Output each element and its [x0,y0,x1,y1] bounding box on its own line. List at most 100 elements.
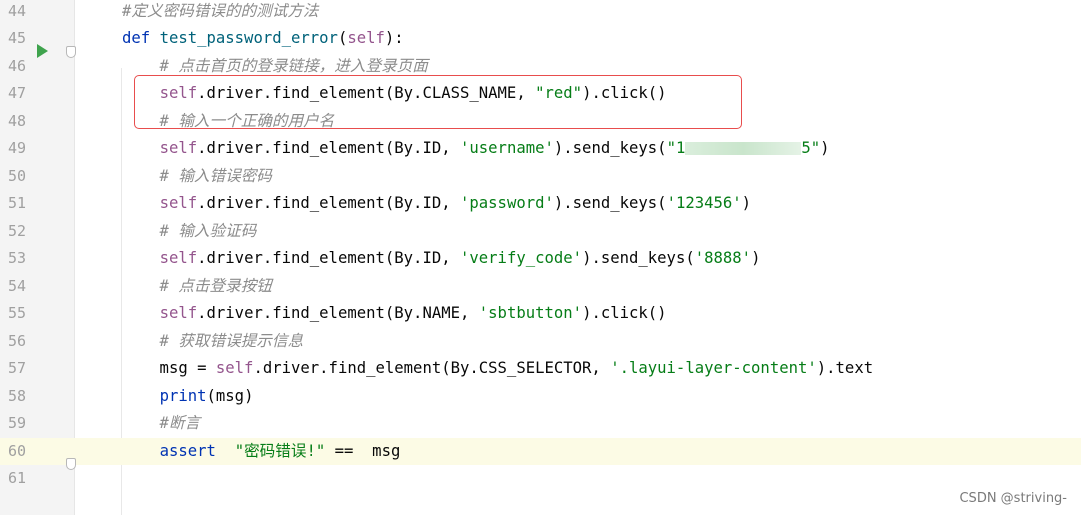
code-text: #定义密码错误的的测试方法 [122,0,319,25]
code-token: (msg) [206,386,254,405]
code-token: ).send_keys( [553,194,667,213]
code-line[interactable]: 44 #定义密码错误的的测试方法 [0,0,1081,25]
code-token: self [159,304,198,323]
code-text: self.driver.find_element(By.ID, 'usernam… [122,135,830,163]
code-token: '.layui-layer-content' [610,359,817,378]
code-text: assert "密码错误!" == msg [122,438,401,466]
line-number: 46 [7,56,26,75]
code-line[interactable]: 60 assert "密码错误!" == msg [0,437,1081,466]
redacted-value [685,142,802,156]
code-line[interactable]: 50 # 输入错误密码 [0,163,1081,191]
code-token: "密码错误!" [234,441,326,460]
code-text: #断言 [122,410,201,438]
code-token: self [159,139,198,158]
code-token: # 获取错误提示信息 [122,331,304,350]
code-text: self.driver.find_element(By.NAME, 'sbtbu… [122,300,667,328]
line-number: 59 [7,414,26,433]
code-token: self [347,29,385,48]
code-token: .driver.find_element(By.CSS_SELECTOR, [253,359,611,378]
code-token: # 输入验证码 [122,221,257,240]
run-test-icon[interactable] [37,44,48,58]
code-token: msg = [122,359,216,378]
code-text: print(msg) [122,383,254,411]
code-line[interactable]: 49 self.driver.find_element(By.ID, 'user… [0,135,1081,163]
code-line[interactable]: 45 def test_password_error(self): [0,25,1081,53]
line-number: 49 [7,139,26,158]
code-token: # 点击登录按钮 [122,276,272,295]
code-token: .driver.find_element(By.ID, [197,194,460,213]
code-text: # 输入错误密码 [122,163,272,191]
code-token: '123456' [666,194,742,213]
code-token: '8888' [694,249,752,268]
code-token: self [159,194,198,213]
code-token: # 输入错误密码 [122,166,272,185]
code-token: print [159,386,207,405]
code-token: ( [337,29,348,48]
code-token: ) [741,194,752,213]
code-line[interactable]: 57 msg = self.driver.find_element(By.CSS… [0,355,1081,383]
line-number: 53 [7,249,26,268]
code-text: # 点击登录按钮 [122,273,272,301]
code-token: ).text [816,359,874,378]
code-text: self.driver.find_element(By.ID, 'passwor… [122,190,752,218]
code-line[interactable]: 55 self.driver.find_element(By.NAME, 'sb… [0,300,1081,328]
code-token: "1 [666,139,686,158]
code-text: msg = self.driver.find_element(By.CSS_SE… [122,355,874,383]
code-token: def [122,29,160,48]
code-line[interactable]: 56 # 获取错误提示信息 [0,328,1081,356]
line-number: 45 [7,29,26,48]
line-number: 50 [7,166,26,185]
code-token: self [215,359,254,378]
watermark: CSDN @striving- [959,491,1067,506]
code-token: 'username' [460,139,554,158]
code-text: def test_password_error(self): [122,25,404,53]
code-token: test_password_error [159,29,338,48]
line-number: 60 [7,441,26,460]
line-number: 61 [7,469,26,488]
code-line[interactable]: 52 # 输入验证码 [0,218,1081,246]
code-token: ).click() [582,304,667,323]
code-token: 'password' [460,194,554,213]
code-line[interactable]: 61 [0,465,1081,493]
code-token: assert [159,441,216,460]
code-line[interactable]: 59 #断言 [0,410,1081,438]
code-token: self [159,249,198,268]
code-token: 'sbtbutton' [478,304,583,323]
fold-marker-icon[interactable] [66,458,76,470]
code-line[interactable]: 58 print(msg) [0,383,1081,411]
line-number: 57 [7,359,26,378]
code-text: # 输入验证码 [122,218,257,246]
annotation-highlight-box [134,75,742,129]
line-number: 48 [7,111,26,130]
line-number: 56 [7,331,26,350]
code-token: .driver.find_element(By.ID, [197,249,460,268]
code-token: 'verify_code' [460,249,583,268]
code-token: # 点击首页的登录链接，进入登录页面 [122,56,428,75]
code-token: ) [751,249,761,268]
code-token: 5" [801,139,821,158]
code-token: ): [384,29,404,48]
fold-marker-icon[interactable] [66,46,76,58]
code-line[interactable]: 51 self.driver.find_element(By.ID, 'pass… [0,190,1081,218]
code-token: .driver.find_element(By.ID, [197,139,460,158]
code-line[interactable]: 54 # 点击登录按钮 [0,273,1081,301]
code-token: #断言 [122,414,201,433]
code-line[interactable]: 53 self.driver.find_element(By.ID, 'veri… [0,245,1081,273]
line-number: 51 [7,194,26,213]
line-number: 47 [7,84,26,103]
code-token: ).send_keys( [553,139,667,158]
line-number: 44 [7,1,26,20]
code-text: self.driver.find_element(By.ID, 'verify_… [122,245,761,273]
line-number: 52 [7,221,26,240]
code-token: #定义密码错误的的测试方法 [122,1,319,20]
code-token: ) [820,139,830,158]
code-text: # 获取错误提示信息 [122,328,304,356]
line-number: 55 [7,304,26,323]
code-token: ).send_keys( [582,249,695,268]
